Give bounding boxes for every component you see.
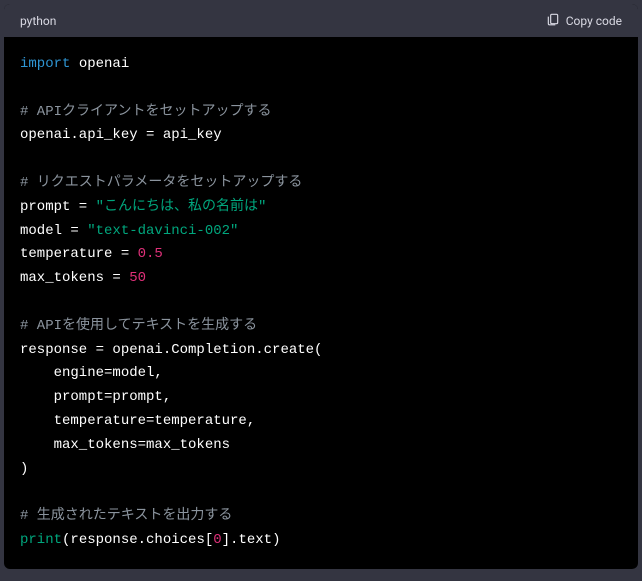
code-block: python Copy code import openai # APIクライア… — [4, 4, 638, 569]
code-content[interactable]: import openai # APIクライアントをセットアップする opena… — [4, 37, 638, 569]
copy-code-button[interactable]: Copy code — [546, 12, 622, 29]
language-label: python — [20, 14, 56, 28]
number-literal: 50 — [129, 270, 146, 286]
builtin-print: print — [20, 532, 62, 548]
module-name: openai — [79, 56, 129, 72]
number-literal: 0 — [213, 532, 221, 548]
code-line: prompt=prompt, — [20, 389, 171, 405]
comment-setup-client: # APIクライアントをセットアップする — [20, 104, 271, 120]
code-line: model = — [20, 223, 87, 239]
code-line: ].text) — [222, 532, 281, 548]
code-line: engine=model, — [20, 365, 163, 381]
comment-generate: # APIを使用してテキストを生成する — [20, 318, 257, 334]
code-line: max_tokens=max_tokens — [20, 437, 230, 453]
comment-output: # 生成されたテキストを出力する — [20, 508, 232, 524]
code-line: max_tokens = — [20, 270, 129, 286]
code-line: response = openai.Completion.create( — [20, 342, 322, 358]
string-literal: "こんにちは、私の名前は" — [96, 199, 267, 215]
number-literal: 0.5 — [138, 246, 163, 262]
clipboard-icon — [546, 12, 560, 29]
keyword-import: import — [20, 56, 70, 72]
code-line: ) — [20, 461, 28, 477]
comment-setup-params: # リクエストパラメータをセットアップする — [20, 175, 302, 191]
code-line: temperature = — [20, 246, 138, 262]
code-line: temperature=temperature, — [20, 413, 255, 429]
string-literal: "text-davinci-002" — [87, 223, 238, 239]
code-line: (response.choices[ — [62, 532, 213, 548]
code-line: openai.api_key = api_key — [20, 127, 222, 143]
copy-code-label: Copy code — [566, 14, 622, 28]
code-header: python Copy code — [4, 4, 638, 37]
code-line: prompt = — [20, 199, 96, 215]
